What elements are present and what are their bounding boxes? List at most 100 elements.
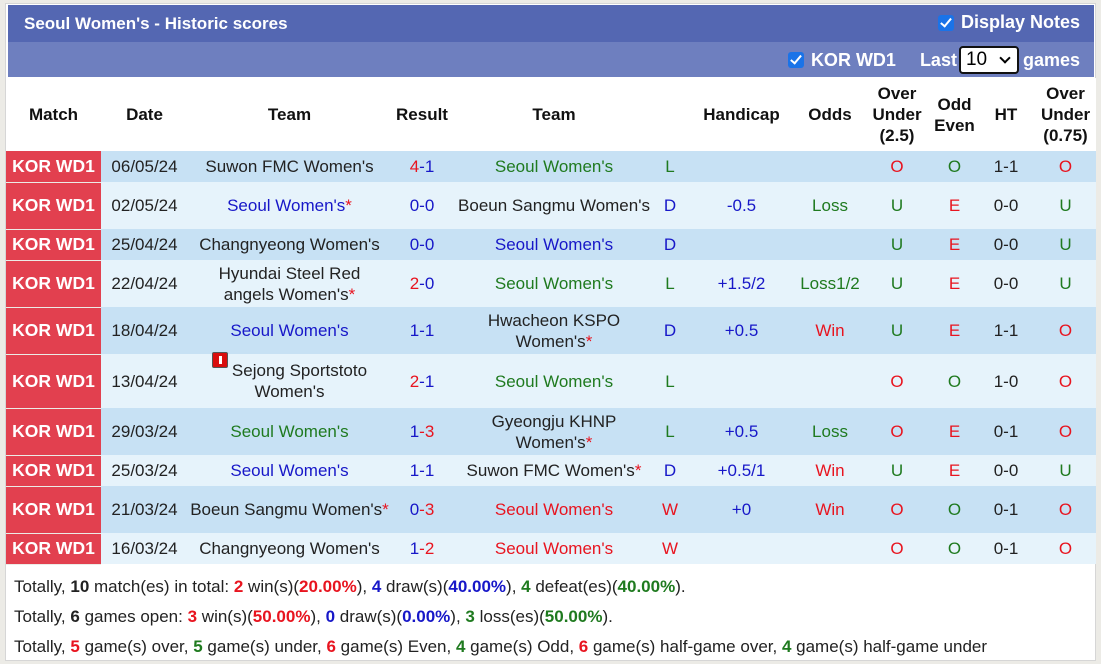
league-name[interactable]: KOR WD1	[12, 195, 95, 215]
away-team[interactable]: Suwon FMC Women's	[467, 461, 635, 480]
home-team[interactable]: Seoul Women's	[230, 422, 348, 441]
home-team[interactable]: Sejong Sportstoto Women's	[232, 361, 367, 401]
home-team[interactable]: Changnyeong Women's	[199, 235, 380, 254]
wdl-cell: W	[655, 533, 685, 564]
home-score[interactable]: 0	[410, 196, 419, 215]
handicap-value: +0.5/1	[717, 461, 766, 480]
table-row: KOR WD1 22/04/24 Hyundai Steel Red angels …	[6, 260, 1096, 308]
league-badge[interactable]: KOR WD1	[6, 354, 101, 409]
result-cell[interactable]: 0-3	[391, 486, 453, 533]
wdl-result: D	[663, 461, 677, 480]
result-cell[interactable]: 4-1	[391, 151, 453, 182]
odd-even-cell: E	[932, 307, 977, 354]
away-team[interactable]: Seoul Women's	[495, 274, 613, 293]
result-cell[interactable]: 1-2	[391, 533, 453, 564]
away-team[interactable]: Seoul Women's	[495, 500, 613, 519]
home-team[interactable]: Hyundai Steel Red angels Women's	[219, 264, 361, 304]
result-cell[interactable]: 2-1	[391, 354, 453, 408]
league-name[interactable]: KOR WD1	[12, 460, 95, 480]
away-team[interactable]: Seoul Women's	[495, 539, 613, 558]
home-score[interactable]: 1	[410, 321, 419, 340]
over-under-cell: U	[862, 229, 932, 260]
result-cell[interactable]: 1-1	[391, 455, 453, 486]
result-cell[interactable]: 0-0	[391, 229, 453, 260]
league-badge[interactable]: KOR WD1	[6, 486, 101, 534]
home-team[interactable]: Boeun Sangmu Women's	[190, 500, 382, 519]
league-badge[interactable]: KOR WD1	[6, 229, 101, 261]
league-badge[interactable]: KOR WD1	[6, 260, 101, 308]
away-score[interactable]: 0	[425, 274, 434, 293]
wdl-cell: L	[655, 354, 685, 408]
home-score[interactable]: 0	[410, 235, 419, 254]
summary-text: ),	[356, 577, 372, 596]
over-under-value: U	[890, 461, 904, 480]
league-badge[interactable]: KOR WD1	[6, 533, 101, 565]
star-icon: *	[345, 196, 352, 215]
home-score[interactable]: 1	[410, 539, 419, 558]
away-score[interactable]: 1	[425, 461, 434, 480]
display-notes-toggle[interactable]: Display Notes	[937, 12, 1080, 33]
league-name[interactable]: KOR WD1	[12, 499, 95, 519]
home-score[interactable]: 2	[410, 274, 419, 293]
over-under-ht-value: O	[1058, 422, 1073, 441]
league-badge[interactable]: KOR WD1	[6, 408, 101, 456]
league-name[interactable]: KOR WD1	[12, 273, 95, 293]
table-row: KOR WD1 06/05/24 Suwon FMC Women's 4-1 Seoul…	[6, 151, 1096, 183]
over-under-ht-value: U	[1059, 461, 1072, 480]
away-score[interactable]: 1	[425, 372, 434, 391]
home-score[interactable]: 2	[410, 372, 419, 391]
summary-text: loss(es)(	[474, 607, 545, 626]
league-name[interactable]: KOR WD1	[12, 538, 95, 558]
away-score[interactable]: 0	[425, 196, 434, 215]
league-name[interactable]: KOR WD1	[12, 371, 95, 391]
home-score[interactable]: 1	[410, 422, 419, 441]
away-team[interactable]: Seoul Women's	[495, 157, 613, 176]
handicap-value: +0	[731, 500, 752, 519]
result-cell[interactable]: 2-0	[391, 260, 453, 307]
away-team[interactable]: Seoul Women's	[495, 235, 613, 254]
away-score[interactable]: 3	[425, 500, 434, 519]
away-team[interactable]: Boeun Sangmu Women's	[458, 196, 650, 215]
away-score[interactable]: 3	[425, 422, 434, 441]
away-team[interactable]: Hwacheon KSPO Women's	[488, 311, 620, 351]
wdl-result: D	[663, 235, 677, 254]
title-bar: Seoul Women's - Historic scores Display …	[8, 5, 1094, 42]
league-badge[interactable]: KOR WD1	[6, 307, 101, 355]
league-badge[interactable]: KOR WD1	[6, 182, 101, 230]
away-score[interactable]: 0	[425, 235, 434, 254]
league-name[interactable]: KOR WD1	[12, 234, 95, 254]
over-under-value: U	[890, 321, 904, 340]
ht-cell: 0-1	[977, 408, 1035, 455]
home-score[interactable]: 0	[410, 500, 419, 519]
home-team[interactable]: Seoul Women's	[230, 321, 348, 340]
league-name[interactable]: KOR WD1	[12, 156, 95, 176]
ht-cell: 0-1	[977, 486, 1035, 533]
league-badge[interactable]: KOR WD1	[6, 455, 101, 487]
home-score[interactable]: 1	[410, 461, 419, 480]
home-score[interactable]: 4	[410, 157, 419, 176]
result-cell[interactable]: 1-3	[391, 408, 453, 455]
home-team[interactable]: Suwon FMC Women's	[205, 157, 373, 176]
league-filter-checkbox[interactable]	[787, 52, 804, 68]
league-badge[interactable]: KOR WD1	[6, 151, 101, 183]
odds-result: Loss	[812, 196, 848, 215]
home-team[interactable]: Seoul Women's	[230, 461, 348, 480]
summary-text: draw(s)(	[335, 607, 403, 626]
league-name[interactable]: KOR WD1	[12, 320, 95, 340]
away-team-cell: Seoul Women's	[453, 486, 655, 533]
away-team[interactable]: Seoul Women's	[495, 372, 613, 391]
away-team[interactable]: Gyeongju KHNP Women's	[492, 412, 617, 452]
display-notes-checkbox[interactable]	[937, 14, 954, 31]
home-team[interactable]: Seoul Women's	[227, 196, 345, 215]
league-filter-label: KOR WD1	[810, 49, 896, 70]
match-date: 22/04/24	[111, 274, 178, 293]
result-cell[interactable]: 0-0	[391, 182, 453, 229]
result-cell[interactable]: 1-1	[391, 307, 453, 354]
away-score[interactable]: 2	[425, 539, 434, 558]
away-score[interactable]: 1	[425, 157, 434, 176]
league-name[interactable]: KOR WD1	[12, 421, 95, 441]
scores-table: Match Date Team Result Team Handicap Odd…	[6, 78, 1096, 565]
games-count-select[interactable]: 10	[958, 46, 1019, 74]
away-score[interactable]: 1	[425, 321, 434, 340]
home-team[interactable]: Changnyeong Women's	[199, 539, 380, 558]
